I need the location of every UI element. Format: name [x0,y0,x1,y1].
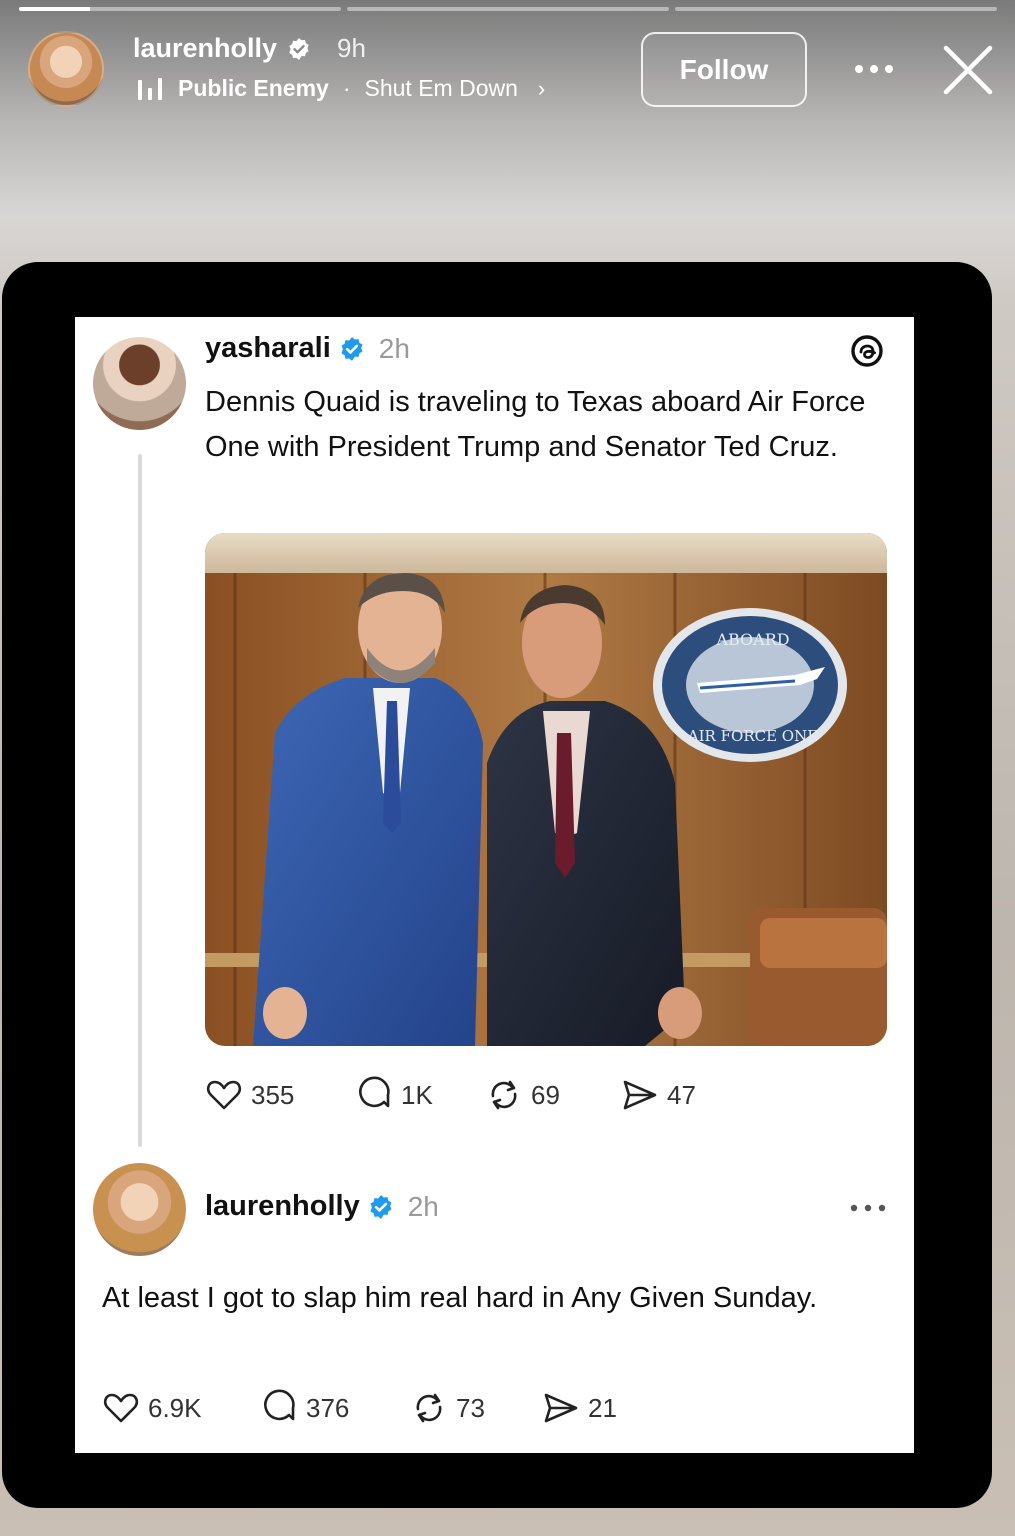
post2-text: At least I got to slap him real hard in … [102,1282,818,1314]
more-icon[interactable] [848,1196,888,1220]
post2-header: laurenholly 2h [205,1190,439,1223]
like-button[interactable]: 6.9K [102,1389,260,1427]
verified-icon [289,37,309,60]
verified-icon [341,336,363,361]
follow-button[interactable]: Follow [641,32,807,107]
reply-count: 376 [306,1392,350,1423]
like-button[interactable]: 355 [205,1076,355,1114]
threads-logo-icon [851,335,883,367]
chevron-right-icon: › [537,75,546,101]
post2-avatar[interactable] [93,1163,186,1256]
comment-icon [264,1389,295,1421]
story-username[interactable]: laurenholly [133,33,277,64]
reply-button[interactable]: 1K [355,1076,485,1114]
progress-segment-3 [675,7,997,11]
music-track: Shut Em Down [364,75,518,101]
comment-icon [359,1076,390,1108]
seal-top-text: ABOARD [715,630,789,649]
music-artist: Public Enemy [178,75,329,101]
post1-header: yasharali 2h [205,332,410,365]
music-separator: · [342,75,351,101]
music-bars-icon [138,77,162,100]
post1-avatar[interactable] [93,337,186,430]
post2-actions: 6.9K 376 73 21 [102,1389,617,1427]
repost-icon [491,1080,517,1110]
reply-count: 1K [401,1079,433,1110]
heart-icon [206,1080,242,1110]
repost-button[interactable]: 73 [410,1389,542,1427]
heart-icon [103,1393,139,1423]
share-button[interactable]: 21 [542,1389,617,1427]
post2-username[interactable]: laurenholly [205,1190,360,1223]
post2-time: 2h [407,1190,439,1222]
air-force-one-photo: ABOARD AIR FORCE ONE [205,533,887,1046]
post1-photo[interactable]: ABOARD AIR FORCE ONE [205,533,887,1046]
progress-segment-1 [19,7,341,11]
story-progress [19,7,997,11]
like-count: 6.9K [148,1392,202,1423]
reply-button[interactable]: 376 [260,1389,410,1427]
verified-icon [370,1194,392,1219]
repost-button[interactable]: 69 [485,1076,621,1114]
seal-bottom-text: AIR FORCE ONE [687,727,818,745]
share-icon [544,1393,578,1423]
thread-line [138,454,142,1147]
story-time: 9h [337,33,366,63]
share-count: 47 [667,1079,696,1110]
share-button[interactable]: 47 [621,1076,696,1114]
close-icon[interactable] [940,42,996,98]
share-icon [623,1080,657,1110]
repost-icon [416,1393,442,1423]
more-icon[interactable] [850,50,898,88]
story-avatar[interactable] [28,31,104,107]
progress-segment-2 [347,7,669,11]
story-user-row: laurenholly 9h [133,33,366,64]
like-count: 355 [251,1079,295,1110]
share-count: 21 [588,1392,617,1423]
post1-time: 2h [378,332,410,364]
post1-actions: 355 1K 69 47 [205,1076,696,1114]
post1-text: Dennis Quaid is traveling to Texas aboar… [205,386,866,463]
repost-count: 69 [531,1079,560,1110]
repost-count: 73 [456,1392,485,1423]
post1-username[interactable]: yasharali [205,332,331,365]
music-attribution[interactable]: Public Enemy · Shut Em Down › [136,75,545,102]
